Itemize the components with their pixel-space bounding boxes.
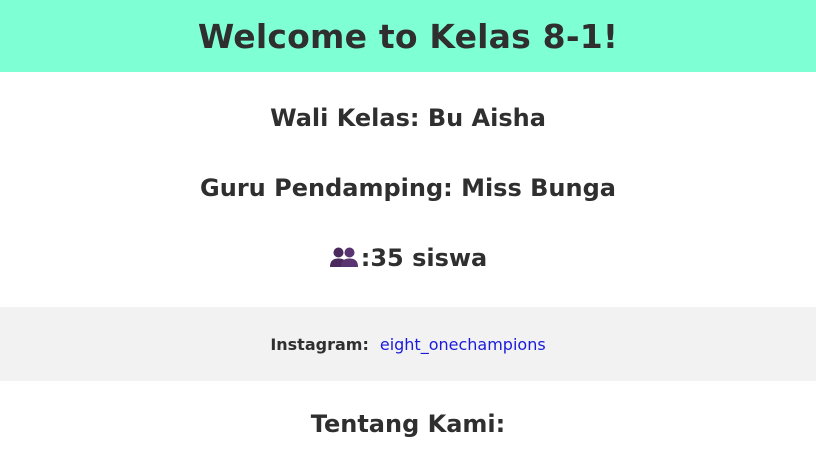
student-count-heading: :35 siswa [0, 244, 816, 272]
student-count-text: :35 siswa [360, 244, 488, 272]
instagram-label: Instagram: [270, 334, 369, 354]
page-header: Welcome to Kelas 8-1! [0, 0, 816, 72]
wali-kelas-heading: Wali Kelas: Bu Aisha [270, 104, 546, 132]
guru-pendamping-heading: Guru Pendamping: Miss Bunga [200, 174, 616, 202]
people-icon [329, 245, 359, 269]
page-title: Welcome to Kelas 8-1! [197, 16, 619, 56]
instagram-link[interactable]: eight_onechampions [380, 335, 546, 354]
about-heading: Tentang Kami: [310, 410, 506, 438]
instagram-bar: Instagram: eight_onechampions [0, 307, 816, 381]
